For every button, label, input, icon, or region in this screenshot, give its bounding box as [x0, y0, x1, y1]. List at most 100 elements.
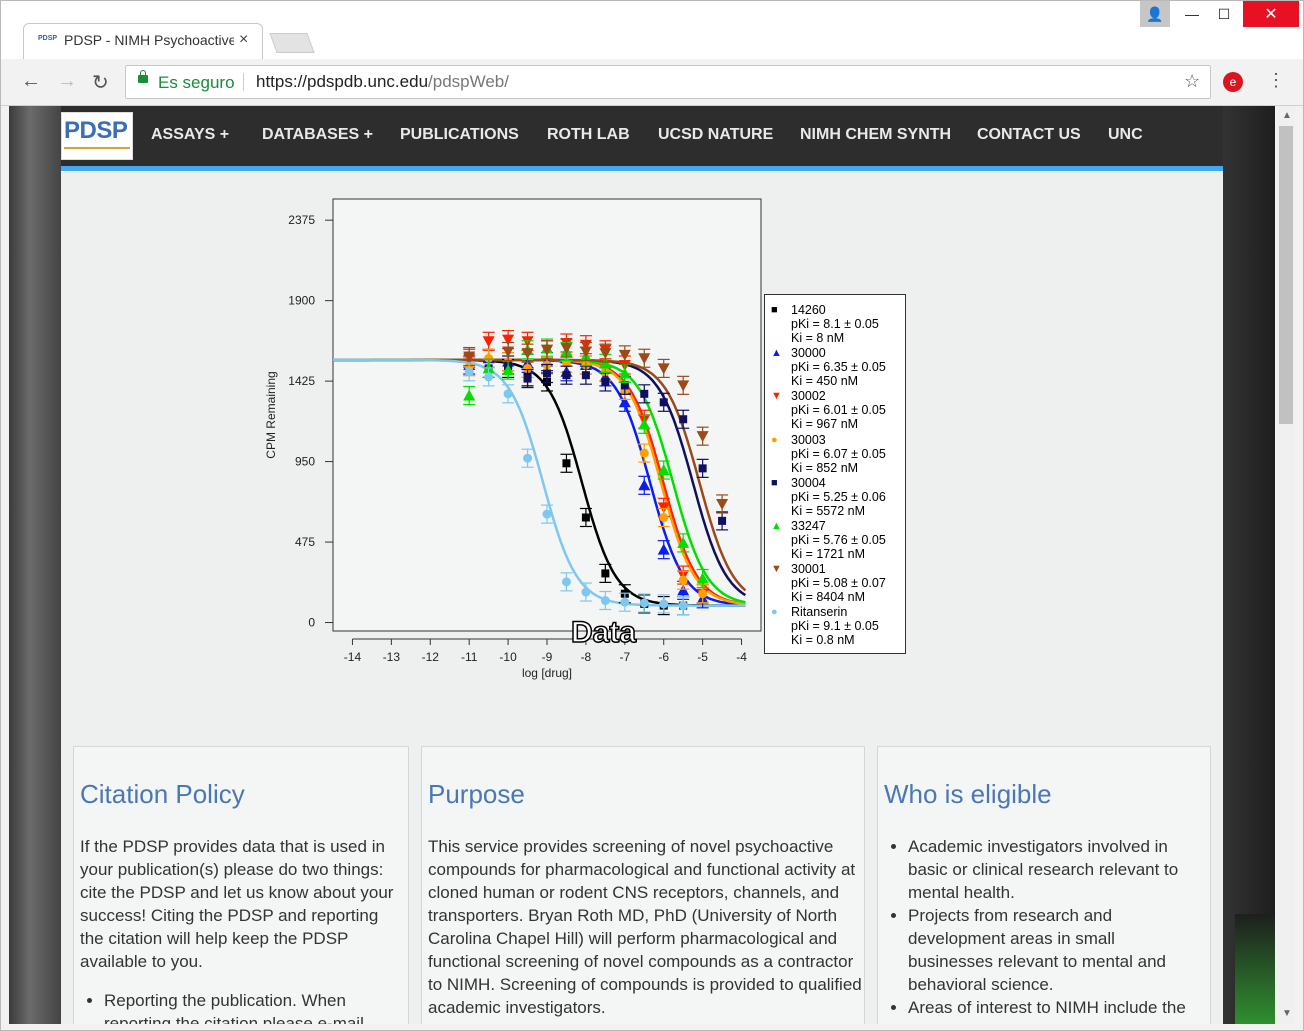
tab-close-icon[interactable]: × [239, 31, 248, 49]
page-viewport: PDSP ASSAYS + DATABASES + PUBLICATIONS R… [9, 106, 1275, 1024]
scroll-up-icon[interactable]: ▲ [1282, 110, 1292, 121]
background-photo-right [1223, 106, 1275, 1024]
nav-ucsd-nature[interactable]: UCSD NATURE [658, 126, 773, 144]
nav-databases[interactable]: DATABASES + [262, 126, 373, 144]
plot-frame [332, 198, 762, 632]
data-point [600, 596, 610, 606]
card-citation-policy: Citation Policy If the PDSP provides dat… [73, 746, 409, 1024]
data-point [581, 371, 590, 380]
card-title: Purpose [428, 779, 525, 809]
nav-publications[interactable]: PUBLICATIONS [400, 126, 519, 144]
back-arrow-icon[interactable]: ← [21, 70, 41, 93]
legend-series-name: 30001 [791, 562, 826, 577]
list-item: Areas of interest to NIMH include the de… [908, 996, 1204, 1024]
legend-series-name: 30004 [791, 475, 826, 490]
legend-pki: pKi = 6.35 ± 0.05 [791, 360, 886, 375]
card-title: Citation Policy [80, 779, 245, 809]
card-body: This service provides screening of novel… [428, 835, 863, 1019]
list-item: Reporting the publication. When reportin… [104, 989, 405, 1024]
pdsp-favicon-icon: PDSP [38, 35, 58, 42]
scroll-thumb[interactable] [1279, 126, 1293, 424]
pdsp-logo[interactable]: PDSP [61, 112, 133, 160]
legend-series-name: Ritanserin [791, 605, 848, 620]
card-bullets: Reporting the publication. When reportin… [80, 989, 405, 1024]
y-tick-label: 950 [295, 455, 315, 469]
bookmark-star-icon[interactable]: ☆ [1184, 71, 1200, 92]
chrome-menu-icon[interactable]: ⋮ [1267, 70, 1285, 91]
card-purpose: Purpose This service provides screening … [421, 746, 865, 1024]
logo-underline [64, 147, 130, 149]
data-point [601, 377, 610, 386]
x-axis-label: log [drug] [522, 666, 572, 680]
url-host: https://pdspdb.unc.edu [256, 72, 429, 91]
reload-icon[interactable]: ↻ [92, 70, 109, 95]
data-point [581, 587, 591, 597]
card-who-is-eligible: Who is eligible Academic investigators i… [877, 746, 1211, 1024]
background-photo-left [9, 106, 61, 1024]
browser-tab[interactable]: PDSP PDSP - NIMH Psychoactive Drug Scree… [23, 23, 263, 59]
legend-marker-icon: ■ [771, 304, 778, 316]
omnibox-separator [243, 73, 244, 91]
legend-marker-icon: ● [771, 606, 778, 619]
legend-ki: Ki = 1721 nM [791, 547, 866, 561]
nav-assays[interactable]: ASSAYS + [151, 126, 229, 144]
card-paragraph: If the PDSP provides data that is used i… [80, 837, 394, 971]
y-tick-label: 1425 [288, 374, 315, 388]
data-point [503, 389, 513, 399]
browser-toolbar: ← → ↻ Es seguro https://pdspdb.unc.edu/p… [1, 59, 1303, 106]
x-tick-label: -9 [542, 650, 553, 664]
x-tick-label: -13 [383, 650, 401, 664]
data-point [601, 569, 610, 578]
data-point [718, 516, 727, 525]
x-tick-label: -7 [619, 650, 630, 664]
nav-nimh-chem-synth[interactable]: NIMH CHEM SYNTH [800, 126, 951, 144]
legend-ki: Ki = 8404 nM [791, 590, 866, 605]
data-point [639, 598, 649, 608]
extension-icon[interactable]: e [1223, 72, 1243, 92]
legend-series-name: 33247 [791, 519, 826, 533]
nav-contact-us[interactable]: CONTACT US [977, 126, 1081, 144]
legend-marker-icon: ● [771, 433, 778, 446]
nav-roth-lab[interactable]: ROTH LAB [547, 126, 630, 144]
url-path: /pdspWeb/ [428, 72, 509, 91]
legend-marker-icon: ▼ [771, 563, 782, 576]
main-navigation: PDSP ASSAYS + DATABASES + PUBLICATIONS R… [61, 106, 1223, 171]
x-tick-label: -4 [736, 650, 747, 664]
legend-ki: Ki = 450 nM [791, 374, 859, 389]
data-point [523, 374, 532, 383]
legend-marker-icon: ▲ [771, 520, 782, 532]
profile-icon[interactable]: 👤 [1140, 1, 1170, 27]
data-point [523, 453, 533, 463]
background-photo-green [1235, 914, 1275, 1024]
data-point [484, 372, 494, 382]
data-point [659, 599, 669, 609]
close-window-button[interactable]: ✕ [1243, 1, 1299, 27]
browser-window: PDSP PDSP - NIMH Psychoactive Drug Scree… [0, 0, 1304, 1031]
url-text[interactable]: https://pdspdb.unc.edu/pdspWeb/ [256, 72, 509, 92]
data-point [698, 589, 708, 599]
data-point [698, 464, 707, 473]
address-bar[interactable]: Es seguro https://pdspdb.unc.edu/pdspWeb… [125, 65, 1211, 99]
tab-title: PDSP - NIMH Psychoactive Drug Screening … [64, 32, 234, 48]
legend-pki: pKi = 8.1 ± 0.05 [791, 317, 879, 331]
vertical-scrollbar[interactable]: ▲ ▼ [1277, 106, 1295, 1024]
legend-series-name: 30002 [791, 389, 826, 404]
x-tick-label: -12 [422, 650, 440, 664]
list-item: Projects from research and development a… [908, 904, 1204, 996]
legend-marker-icon: ■ [771, 476, 778, 489]
new-tab-button[interactable] [269, 33, 315, 53]
scroll-down-icon[interactable]: ▼ [1282, 1008, 1292, 1019]
legend-marker-icon: ▼ [771, 390, 782, 403]
legend-series-name: 14260 [791, 303, 826, 317]
data-point [659, 512, 669, 522]
forward-arrow-icon[interactable]: → [57, 70, 77, 93]
binding-curve-chart: -14 -13 -12 -11 -10 -9 -8 -7 -6 -5 -4 log [drug] 0 47… [251, 191, 931, 681]
data-point [562, 459, 571, 468]
minimize-button[interactable]: — [1177, 1, 1207, 27]
nav-unc[interactable]: UNC [1108, 126, 1143, 144]
legend-ki: Ki = 8 nM [791, 331, 845, 345]
maximize-button[interactable]: ☐ [1209, 1, 1239, 27]
x-tick-label: -11 [461, 650, 478, 664]
secure-label: Es seguro [158, 73, 235, 92]
x-tick-label: -10 [499, 650, 517, 664]
